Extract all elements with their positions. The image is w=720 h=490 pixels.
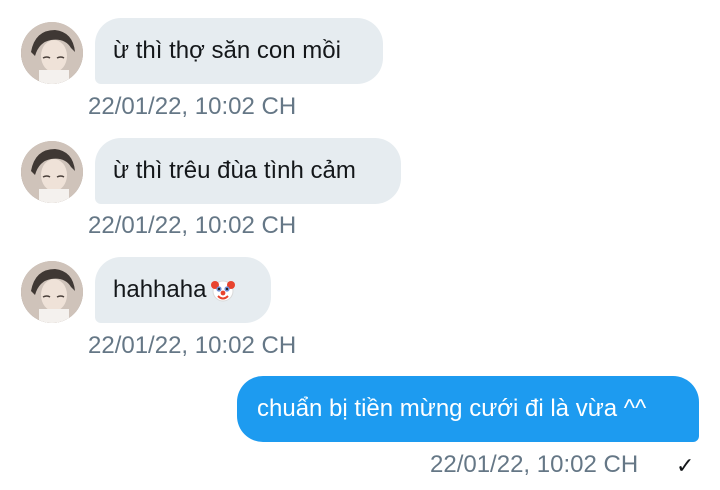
message-text: ừ thì trêu đùa tình cảm [113,157,356,184]
message-text: chuẩn bị tiền mừng cưới đi là vừa ^^ [257,395,647,422]
message-timestamp: 22/01/22, 10:02 CH [430,451,639,478]
clown-face-icon [210,277,236,303]
message-bubble-incoming[interactable]: ừ thì thợ săn con mồi [95,18,383,84]
check-icon: ✓ [676,453,695,478]
user-avatar-icon [21,22,83,84]
message-bubble-incoming[interactable]: ừ thì trêu đùa tình cảm [95,138,401,204]
user-avatar-icon [21,261,83,323]
message-text: ừ thì thợ săn con mồi [113,37,341,64]
message-timestamp: 22/01/22, 10:02 CH [88,93,297,120]
user-avatar-icon [21,141,83,203]
avatar[interactable] [21,22,83,84]
avatar[interactable] [21,261,83,323]
avatar[interactable] [21,141,83,203]
message-bubble-outgoing[interactable]: chuẩn bị tiền mừng cưới đi là vừa ^^ [237,376,699,442]
message-timestamp: 22/01/22, 10:02 CH [88,332,297,359]
message-bubble-incoming[interactable]: hahhaha [95,257,271,323]
message-text: hahhaha [113,276,207,303]
message-timestamp: 22/01/22, 10:02 CH [88,212,297,239]
